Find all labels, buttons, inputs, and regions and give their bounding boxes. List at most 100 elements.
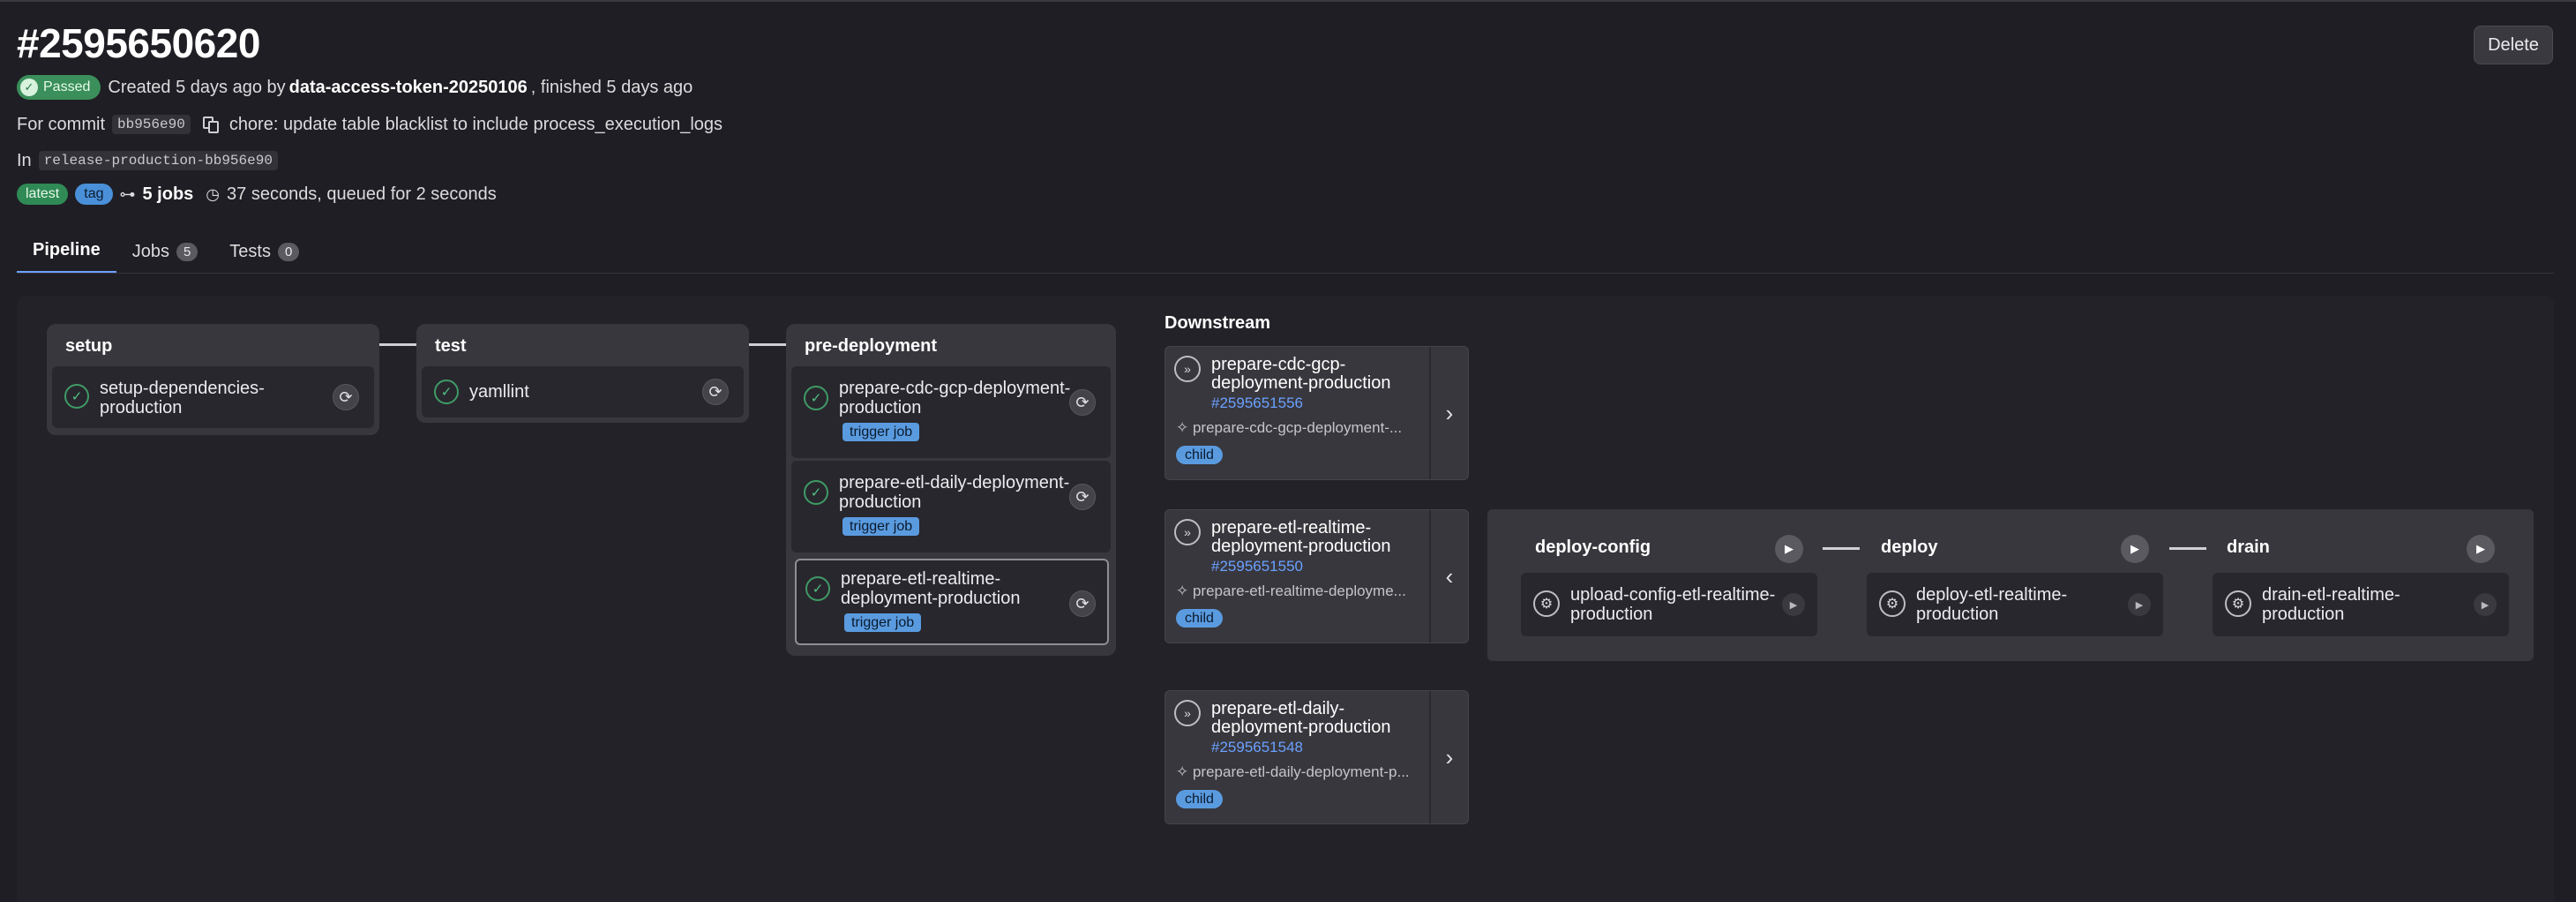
gear-icon: ⚙	[2225, 590, 2251, 617]
check-circle-icon: ✓	[64, 384, 89, 409]
job-name: deploy-etl-realtime- production	[1916, 585, 2067, 624]
double-chevron-icon: »	[1174, 700, 1201, 726]
stage-title: setup	[65, 336, 113, 356]
downstream-source-job: ✧ prepare-etl-daily-deployment-p...	[1176, 763, 1410, 780]
tab-tests-count: 0	[277, 242, 300, 261]
job-setup-dependencies-production[interactable]: ✓ setup-dependencies- production ⟳	[52, 366, 374, 428]
job-name-line2: production	[839, 398, 922, 417]
job-prepare-cdc-gcp-deployment-production[interactable]: ✓ prepare-cdc-gcp-deployment- production…	[791, 366, 1111, 458]
job-yamllint[interactable]: ✓ yamllint ⟳	[422, 366, 744, 417]
author-link[interactable]: data-access-token-20250106	[289, 78, 528, 98]
play-icon[interactable]: ▶	[2128, 593, 2151, 616]
retry-icon[interactable]: ⟳	[333, 384, 359, 410]
child-badge: child	[1176, 446, 1223, 464]
job-name-line1: drain-etl-realtime-	[2262, 585, 2400, 605]
expand-chevron-icon[interactable]: ›	[1429, 347, 1468, 479]
check-circle-icon: ✓	[804, 386, 828, 410]
delete-button[interactable]: Delete	[2474, 26, 2553, 64]
expand-chevron-icon[interactable]: ›	[1429, 691, 1468, 823]
pipeline-status-line: ✓ Passed Created 5 days ago by data-acce…	[17, 74, 693, 101]
downstream-name-line2: deployment-production	[1211, 718, 1391, 737]
status-badge-label: Passed	[43, 79, 91, 94]
retry-icon[interactable]: ⟳	[1069, 389, 1096, 416]
downstream-id[interactable]: #2595651550	[1211, 558, 1303, 575]
job-name-line1: upload-config-etl-realtime-	[1570, 585, 1776, 605]
job-prepare-etl-realtime-deployment-production[interactable]: ✓ prepare-etl-realtime- deployment-produ…	[795, 559, 1109, 645]
tag-badge: tag	[75, 184, 113, 205]
tab-jobs[interactable]: Jobs 5	[116, 229, 214, 274]
commit-message[interactable]: chore: update table blacklist to include…	[229, 115, 723, 135]
play-icon[interactable]: ▶	[2121, 535, 2149, 563]
stage-test: test ✓ yamllint ⟳	[416, 324, 749, 423]
downstream-name-line1: prepare-etl-daily-	[1211, 699, 1345, 718]
downstream-title: Downstream	[1164, 313, 1271, 333]
trigger-job-badge: trigger job	[844, 613, 922, 632]
job-name-line2: production	[839, 492, 922, 512]
ref-name[interactable]: release-production-bb956e90	[38, 151, 278, 170]
downstream-name-line1: prepare-cdc-gcp-	[1211, 355, 1346, 374]
commit-line: For commit bb956e90 chore: update table …	[17, 111, 723, 138]
stage-connector	[1823, 547, 1860, 550]
tab-tests[interactable]: Tests 0	[213, 229, 315, 274]
downstream-id[interactable]: #2595651548	[1211, 739, 1303, 756]
check-circle-icon: ✓	[434, 380, 459, 404]
downstream-name[interactable]: prepare-etl-realtime- deployment-product…	[1211, 519, 1390, 556]
pipeline-tabs: Pipeline Jobs 5 Tests 0	[17, 229, 315, 274]
commit-sha[interactable]: bb956e90	[112, 115, 191, 134]
child-stage-title: drain	[2227, 537, 2270, 557]
stage-pre-deployment: pre-deployment ✓ prepare-cdc-gcp-deploym…	[786, 324, 1116, 656]
retry-icon[interactable]: ⟳	[702, 379, 729, 405]
double-chevron-icon: »	[1174, 356, 1201, 382]
job-name-line2: production	[2262, 605, 2345, 624]
copy-icon[interactable]	[201, 115, 221, 134]
play-icon[interactable]: ▶	[2467, 535, 2495, 563]
tab-pipeline[interactable]: Pipeline	[17, 229, 116, 274]
job-name: prepare-etl-realtime- deployment-product…	[841, 569, 1020, 608]
job-body: prepare-cdc-gcp-deployment- production t…	[839, 379, 1070, 441]
downstream-source-text: prepare-etl-realtime-deployme...	[1192, 583, 1406, 599]
downstream-source-text: prepare-etl-daily-deployment-p...	[1192, 763, 1410, 780]
child-stage-title: deploy-config	[1535, 537, 1651, 557]
retry-icon[interactable]: ⟳	[1069, 484, 1096, 510]
retry-icon[interactable]: ⟳	[1069, 590, 1096, 617]
downstream-name[interactable]: prepare-cdc-gcp- deployment-production	[1211, 356, 1390, 393]
tab-tests-label: Tests	[229, 241, 271, 261]
jobs-count: 5 jobs	[142, 184, 194, 204]
job-name: prepare-cdc-gcp-deployment- production	[839, 379, 1070, 417]
downstream-name[interactable]: prepare-etl-daily- deployment-production	[1211, 700, 1390, 737]
check-icon: ✓	[20, 79, 38, 96]
play-icon[interactable]: ▶	[2474, 593, 2497, 616]
stage-title: pre-deployment	[805, 336, 938, 356]
manual-job-upload-config[interactable]: ⚙ upload-config-etl-realtime- production…	[1521, 573, 1817, 636]
job-name: yamllint	[469, 382, 529, 402]
tab-jobs-label: Jobs	[131, 241, 169, 261]
play-icon[interactable]: ▶	[1775, 535, 1803, 563]
job-name-line1: prepare-cdc-gcp-deployment-	[839, 379, 1071, 398]
pipeline-meta: latest tag ⊶ 5 jobs ◷ 37 seconds, queued…	[17, 181, 497, 207]
downstream-pipeline-card[interactable]: » prepare-etl-realtime- deployment-produ…	[1164, 509, 1469, 643]
status-badge[interactable]: ✓ Passed	[17, 75, 101, 100]
clock-icon: ◷	[206, 184, 221, 203]
job-prepare-etl-daily-deployment-production[interactable]: ✓ prepare-etl-daily-deployment- producti…	[791, 461, 1111, 552]
check-circle-icon: ✓	[804, 480, 828, 505]
manual-job-drain[interactable]: ⚙ drain-etl-realtime- production ▶	[2213, 573, 2509, 636]
downstream-pipeline-card[interactable]: » prepare-etl-daily- deployment-producti…	[1164, 690, 1469, 824]
stage-connector	[379, 343, 416, 346]
downstream-source-job: ✧ prepare-cdc-gcp-deployment-...	[1176, 419, 1403, 436]
job-name: setup-dependencies- production	[100, 379, 265, 417]
job-name: upload-config-etl-realtime- production	[1570, 585, 1775, 624]
stage-title: test	[435, 336, 467, 356]
trigger-job-badge: trigger job	[842, 423, 920, 441]
downstream-name-line1: prepare-etl-realtime-	[1211, 518, 1372, 537]
manual-job-deploy[interactable]: ⚙ deploy-etl-realtime- production ▶	[1867, 573, 2163, 636]
pipeline-title: #2595650620	[17, 20, 260, 66]
collapse-chevron-icon[interactable]: ‹	[1429, 510, 1468, 643]
play-icon[interactable]: ▶	[1782, 593, 1805, 616]
job-name-line2: production	[1570, 605, 1653, 624]
job-name-line1: setup-dependencies-	[100, 379, 265, 398]
tab-jobs-count: 5	[176, 242, 198, 261]
downstream-id[interactable]: #2595651556	[1211, 395, 1303, 412]
downstream-pipeline-card[interactable]: » prepare-cdc-gcp- deployment-production…	[1164, 346, 1469, 480]
double-chevron-icon: »	[1174, 519, 1201, 545]
job-name-line2: production	[1916, 605, 1999, 624]
